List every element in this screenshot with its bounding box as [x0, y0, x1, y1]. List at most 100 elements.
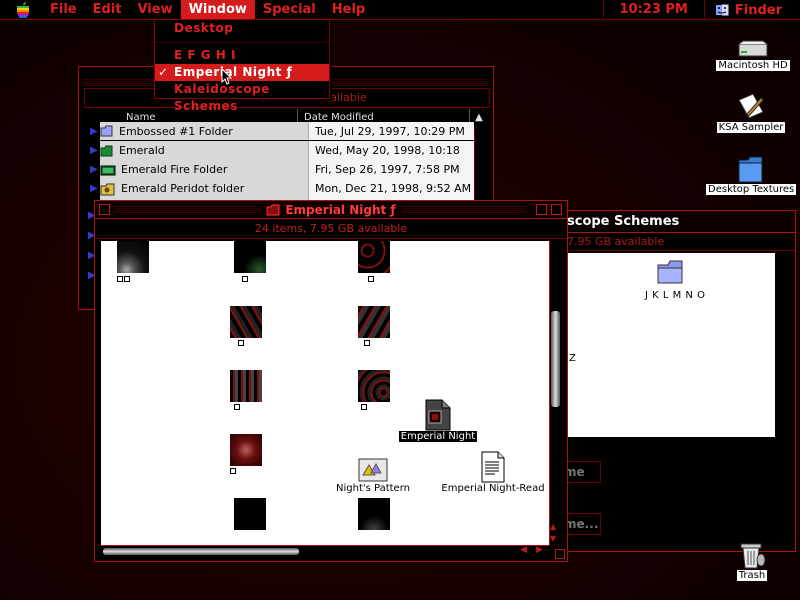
thumbnail-label-icon	[117, 276, 123, 282]
resize-box-icon[interactable]	[555, 549, 565, 559]
list-row[interactable]: ▶ Emerald Fire Folder Fri, Sep 26, 1997,…	[84, 160, 474, 179]
menu-clock[interactable]: 10:23 PM	[602, 0, 705, 20]
window-menu-item-kaleidoscope[interactable]: Kaleidoscope Schemes	[155, 81, 329, 113]
disclosure-triangle-icon[interactable]: ▶	[90, 126, 100, 137]
scroll-down-arrow-icon[interactable]: ▼	[550, 534, 556, 543]
emperial-info: 24 items, 7.95 GB available	[95, 219, 567, 239]
zoom-box-icon[interactable]	[536, 204, 547, 215]
ksa-sampler-icon[interactable]: KSA Sampler	[711, 92, 791, 133]
emperial-title-bar[interactable]: Emperial Night ƒ	[95, 201, 567, 219]
close-box-icon[interactable]	[99, 204, 110, 215]
texture-thumbnail[interactable]	[358, 498, 390, 530]
menu-separator	[155, 37, 329, 43]
window-menu-item-desktop[interactable]: Desktop	[155, 20, 329, 37]
row-date: Wed, May 20, 1998, 10:18 AM	[308, 141, 474, 176]
scroll-right-arrow-icon[interactable]: ▶	[536, 545, 543, 555]
folder-icon[interactable]	[656, 259, 686, 285]
application-menu[interactable]: Finder	[705, 3, 800, 18]
partial-label[interactable]: Z	[569, 353, 576, 364]
mouse-pointer-icon	[221, 68, 233, 85]
folder-icon	[266, 204, 280, 215]
texture-thumbnail[interactable]	[230, 434, 262, 466]
document-pen-icon	[738, 93, 764, 119]
checkmark-icon: ✓	[158, 65, 169, 79]
desktop-textures-icon[interactable]: Desktop Textures	[706, 154, 797, 195]
folder-icon	[100, 183, 115, 195]
window-menu-item-emperial-night[interactable]: ✓ Emperial Night ƒ	[155, 64, 329, 81]
thumbnail-label-icon	[364, 340, 370, 346]
disclosure-triangle-icon[interactable]: ▶	[90, 164, 100, 175]
row-date: Tue, Jul 29, 1997, 10:29 PM	[308, 122, 474, 140]
kaleidoscope-window[interactable]: scope Schemes 7.95 GB available J K L M …	[548, 210, 796, 552]
icon-label: Emperial Night-Read	[439, 483, 547, 494]
pattern-document-icon	[358, 458, 388, 482]
readme-file[interactable]: Emperial Night-Read	[438, 451, 548, 494]
row-name: Emerald Fire Folder	[121, 163, 228, 176]
nights-pattern-file[interactable]: Night's Pattern	[333, 457, 413, 494]
window-menu-dropdown: Desktop E F G H I ✓ Emperial Night ƒ Kal…	[154, 19, 330, 113]
texture-thumbnail[interactable]	[358, 306, 390, 338]
trash-icon[interactable]: Trash	[728, 540, 776, 581]
emperial-night-file[interactable]: Emperial Night	[398, 399, 478, 442]
macintosh-hd-icon[interactable]: Macintosh HD	[713, 40, 793, 71]
scroll-left-arrow-icon[interactable]: ◀	[520, 545, 527, 555]
thumbnail-label-icon	[361, 404, 367, 410]
row-name: Emerald	[119, 144, 165, 157]
texture-thumbnail[interactable]	[234, 498, 266, 530]
disclosure-triangle-icon[interactable]: ▶	[90, 145, 100, 156]
finder-icon	[714, 4, 729, 16]
folder-icon	[100, 145, 113, 156]
trash-can-icon	[740, 543, 765, 569]
scroll-thumb[interactable]	[551, 311, 560, 407]
thumbnail-label-icon	[238, 340, 244, 346]
folder-icon	[100, 165, 116, 175]
icon-label: Night's Pattern	[334, 483, 412, 494]
texture-thumbnail[interactable]	[358, 241, 390, 273]
texture-thumbnail[interactable]	[230, 370, 262, 402]
scroll-thumb[interactable]	[103, 548, 299, 555]
vertical-scrollbar[interactable]: ▲ ▼	[549, 241, 561, 545]
texture-thumbnail[interactable]	[117, 241, 149, 273]
desktop-icon-label: Macintosh HD	[716, 60, 790, 71]
menu-help[interactable]: Help	[324, 0, 373, 20]
window-menu-item-efghi[interactable]: E F G H I	[155, 47, 329, 64]
desktop-icon-label: Desktop Textures	[706, 184, 797, 195]
menu-view[interactable]: View	[129, 0, 180, 20]
texture-thumbnail[interactable]	[230, 306, 262, 338]
thumbnail-label-icon	[124, 276, 130, 282]
menu-file[interactable]: File	[42, 0, 85, 20]
scroll-up-arrow-icon[interactable]: ▲	[550, 522, 556, 531]
desktop: File Edit View Window Special Help 10:23…	[0, 0, 800, 600]
row-name: Embossed #1 Folder	[119, 124, 233, 138]
thumbnail-label-icon	[234, 404, 240, 410]
list-row[interactable]: ▶ Emerald Wed, May 20, 1998, 10:18 AM	[84, 141, 474, 176]
collapse-box-icon[interactable]	[551, 204, 562, 215]
text-document-icon	[481, 451, 505, 483]
thumbnail-label-icon	[368, 276, 374, 282]
folder-label[interactable]: J K L M N O	[645, 290, 705, 301]
kaleidoscope-content: J K L M N O Z	[549, 253, 775, 437]
emperial-night-window[interactable]: Emperial Night ƒ 24 items, 7.95 GB avail…	[94, 200, 568, 562]
row-name: Emerald Peridot folder	[121, 182, 245, 195]
kaleidoscope-title[interactable]: scope Schemes	[549, 211, 795, 233]
list-row[interactable]: ▶ Emerald Peridot folder Mon, Dec 21, 19…	[84, 179, 474, 198]
menu-edit[interactable]: Edit	[85, 0, 130, 20]
texture-thumbnail[interactable]	[234, 241, 266, 273]
horizontal-scrollbar[interactable]: ◀ ▶	[101, 545, 549, 557]
window-menu-item-label: Emperial Night ƒ	[174, 65, 293, 79]
emperial-title-text: Emperial Night ƒ	[285, 202, 396, 217]
menu-bar: File Edit View Window Special Help 10:23…	[0, 0, 800, 20]
folder-icon	[100, 125, 113, 137]
row-date: Mon, Dec 21, 1998, 9:52 AM	[308, 179, 474, 198]
apple-menu-icon[interactable]	[12, 1, 34, 18]
texture-thumbnail[interactable]	[358, 370, 390, 402]
disclosure-triangle-icon[interactable]: ▶	[90, 183, 100, 194]
kaleidoscope-info: 7.95 GB available	[549, 233, 795, 251]
list-row[interactable]: ▶ Embossed #1 Folder Tue, Jul 29, 1997, …	[84, 122, 474, 140]
thumbnail-label-icon	[242, 276, 248, 282]
kaleidoscope-title-text: scope Schemes	[567, 214, 680, 229]
emperial-content: Emperial Night Night's Pattern Emperial …	[101, 241, 549, 545]
menu-window[interactable]: Window	[180, 0, 255, 20]
desktop-icon-label: KSA Sampler	[716, 122, 786, 133]
menu-special[interactable]: Special	[255, 0, 324, 20]
